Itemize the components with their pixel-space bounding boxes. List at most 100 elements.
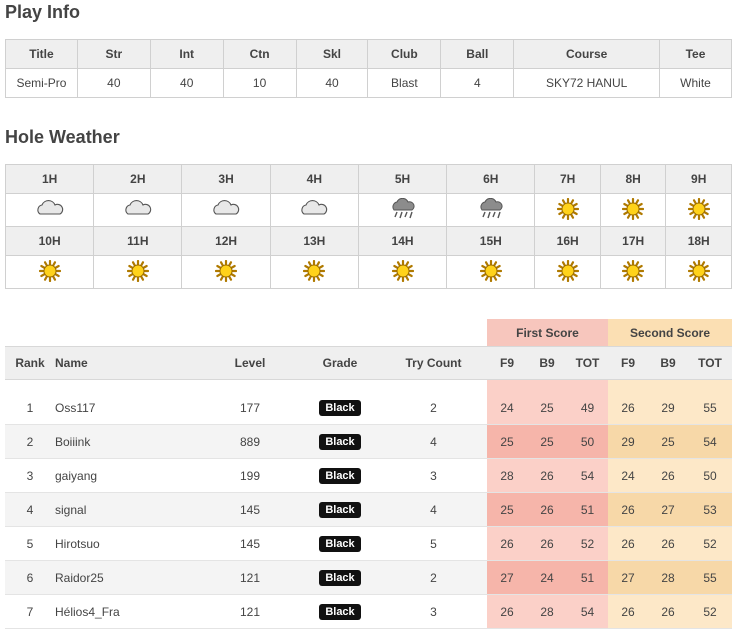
rank-value: 1: [5, 391, 55, 425]
hole-weather-table: 1H 2H 3H 4H 5H 6H 7H 8H 9H 10H 11H 12H 13H 14H 15H 16H 1…: [4, 164, 732, 289]
second-b9-value: 27: [648, 492, 688, 527]
grade-badge: Black: [319, 569, 361, 586]
first-tot-value: 54: [567, 458, 608, 493]
hole-10h-header: 10H: [4, 226, 95, 256]
hole-5h-weather: [357, 193, 448, 227]
second-b9-value: 26: [648, 458, 688, 493]
rain-icon: [476, 197, 506, 223]
first-f9-value: 27: [487, 560, 527, 595]
skl-header: Skl: [295, 39, 369, 69]
first-tot-value: 51: [567, 560, 608, 595]
player-name: gaiyang: [55, 458, 200, 493]
rank-value: 7: [5, 594, 55, 629]
second-b9-value: 26: [648, 594, 688, 629]
first-b9-value: 25: [527, 391, 567, 425]
hole-1h-weather: [4, 193, 95, 227]
sunny-icon: [214, 259, 238, 285]
ranking-row: 5 Hirotsuo 145 Black 5 26 26 52 26 26 52: [5, 526, 732, 561]
try-count-value: 2: [380, 391, 487, 425]
cloudy-icon: [35, 199, 65, 222]
level-value: 121: [200, 560, 300, 595]
ranking-row: 1 Oss117 177 Black 2 24 25 49 26 29 55: [5, 391, 732, 425]
second-f9-value: 26: [608, 391, 648, 425]
grade-cell: Black: [300, 424, 380, 459]
second-f9-value: 26: [608, 492, 648, 527]
first-tot-value: 49: [567, 391, 608, 425]
sunny-icon: [391, 259, 414, 285]
rank-value: 6: [5, 560, 55, 595]
hole-18h-header: 18H: [665, 226, 732, 256]
second-tot-value: 52: [688, 526, 732, 561]
grade-badge: Black: [319, 433, 361, 450]
sunny-icon: [622, 197, 645, 223]
sunny-icon: [556, 197, 579, 223]
grade-cell: Black: [300, 492, 380, 527]
second-b9-value: 26: [648, 526, 688, 561]
hole-3h-header: 3H: [181, 164, 271, 194]
level-value: 889: [200, 424, 300, 459]
ctn-value: 10: [222, 68, 297, 98]
hole-11h-header: 11H: [93, 226, 183, 256]
grade-cell: Black: [300, 526, 380, 561]
sunny-icon: [303, 259, 326, 285]
second-b9-header: B9: [648, 346, 688, 380]
hole-6h-weather: [446, 193, 536, 227]
second-f9-value: 27: [608, 560, 648, 595]
hole-7h-header: 7H: [534, 164, 601, 194]
hole-14h-weather: [357, 255, 448, 289]
hole-17h-header: 17H: [599, 226, 667, 256]
second-f9-value: 29: [608, 424, 648, 459]
hole-9h-header: 9H: [665, 164, 732, 194]
second-b9-value: 28: [648, 560, 688, 595]
first-score-group-header: First Score: [487, 319, 608, 347]
second-tot-value: 54: [688, 424, 732, 459]
player-name: Boiiink: [55, 424, 200, 459]
first-f9-value: 26: [487, 594, 527, 629]
try-count-value: 3: [380, 458, 487, 493]
sunny-icon: [126, 259, 149, 285]
hole-13h-header: 13H: [269, 226, 359, 256]
grade-header: Grade: [300, 346, 380, 380]
second-tot-value: 52: [688, 594, 732, 629]
first-tot-value: 50: [567, 424, 608, 459]
first-b9-value: 26: [527, 526, 567, 561]
hole-17h-weather: [599, 255, 667, 289]
try-count-value: 4: [380, 424, 487, 459]
hole-12h-weather: [181, 255, 271, 289]
try-count-value: 5: [380, 526, 487, 561]
tee-value: White: [659, 68, 732, 98]
ranking-row: 7 Hélios4_Fra 121 Black 3 26 28 54 26 26 52: [5, 594, 732, 629]
course-header: Course: [513, 39, 661, 69]
hole-6h-header: 6H: [446, 164, 536, 194]
hole-3h-weather: [181, 193, 271, 227]
cloudy-icon: [123, 199, 153, 222]
hole-2h-header: 2H: [93, 164, 183, 194]
hole-9h-weather: [665, 193, 732, 227]
name-header: Name: [55, 346, 200, 380]
first-tot-value: 52: [567, 526, 608, 561]
second-f9-value: 26: [608, 526, 648, 561]
hole-18h-weather: [665, 255, 732, 289]
first-f9-value: 25: [487, 492, 527, 527]
first-f9-header: F9: [487, 346, 527, 380]
hole-8h-header: 8H: [599, 164, 667, 194]
str-value: 40: [76, 68, 151, 98]
ranking-row: 4 signal 145 Black 4 25 26 51 26 27 53: [5, 492, 732, 527]
sunny-icon: [622, 259, 645, 285]
title-value: Semi-Pro: [5, 68, 78, 98]
int-header: Int: [149, 39, 224, 69]
rank-value: 5: [5, 526, 55, 561]
sunny-icon: [556, 259, 579, 285]
first-b9-header: B9: [527, 346, 567, 380]
second-tot-value: 55: [688, 560, 732, 595]
course-value: SKY72 HANUL: [513, 68, 661, 98]
hole-15h-weather: [446, 255, 536, 289]
level-value: 199: [200, 458, 300, 493]
second-f9-value: 26: [608, 594, 648, 629]
level-header: Level: [200, 346, 300, 380]
first-f9-value: 25: [487, 424, 527, 459]
grade-badge: Black: [319, 467, 361, 484]
club-header: Club: [367, 39, 442, 69]
second-tot-value: 53: [688, 492, 732, 527]
second-b9-value: 29: [648, 391, 688, 425]
